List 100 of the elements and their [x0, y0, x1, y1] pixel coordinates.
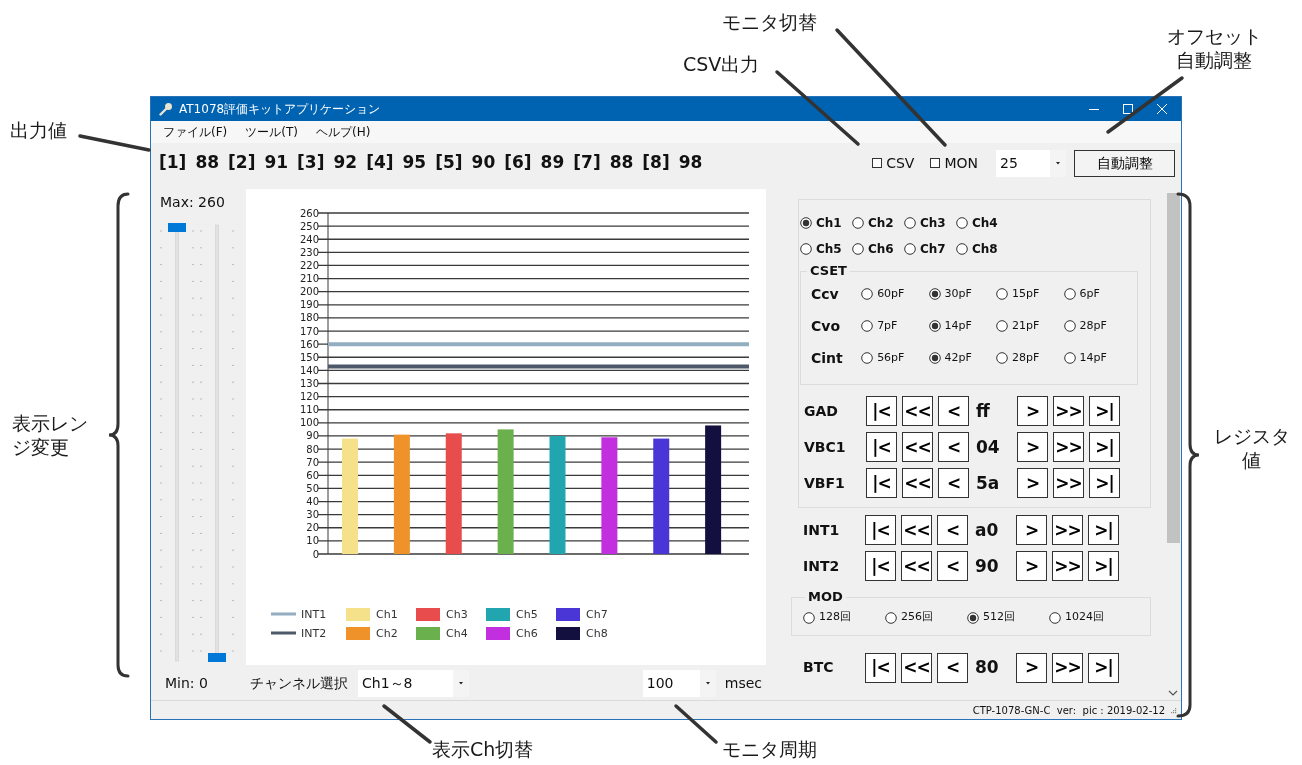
radio-icon[interactable] [996, 320, 1009, 333]
radio-button[interactable]: 7pF [861, 318, 929, 335]
radio-icon[interactable] [885, 611, 897, 624]
step-button[interactable]: |< [866, 432, 897, 463]
radio-icon[interactable] [861, 352, 874, 365]
radio-button[interactable]: 30pF [928, 286, 997, 303]
radio-icon[interactable] [861, 288, 874, 301]
close-icon[interactable] [1157, 104, 1167, 114]
radio-icon[interactable] [928, 288, 941, 301]
step-button[interactable]: >> [1053, 432, 1084, 463]
step-button[interactable]: >> [1052, 652, 1083, 683]
step-button[interactable]: << [902, 396, 933, 427]
offset-dropdown[interactable]: 25 [996, 149, 1066, 177]
step-button[interactable]: < [937, 652, 968, 683]
radio-button[interactable]: 28pF [1063, 318, 1131, 335]
step-button[interactable]: > [1017, 468, 1048, 499]
radio-icon[interactable] [800, 217, 812, 229]
scroll-down-icon[interactable] [1168, 690, 1178, 696]
step-button[interactable]: |< [865, 515, 896, 546]
radio-button[interactable]: 56pF [861, 350, 929, 367]
radio-button[interactable]: 1024回 [1049, 609, 1131, 626]
menu-item[interactable]: ツール(T) [245, 123, 298, 141]
checkbox-icon[interactable] [930, 158, 941, 168]
radio-button[interactable]: Ch4 [956, 214, 1008, 232]
step-button[interactable]: > [1016, 551, 1047, 582]
step-button[interactable]: >> [1053, 468, 1084, 499]
step-button[interactable]: |< [866, 396, 897, 427]
radio-button[interactable]: Ch7 [904, 240, 956, 258]
step-button[interactable]: > [1017, 396, 1048, 427]
step-button[interactable]: >| [1088, 652, 1119, 683]
radio-icon[interactable] [1063, 352, 1076, 365]
range-slider[interactable] [199, 223, 235, 665]
radio-button[interactable]: 28pF [996, 350, 1064, 367]
radio-icon[interactable] [996, 288, 1009, 301]
radio-button[interactable]: 60pF [861, 286, 929, 303]
radio-icon[interactable] [803, 611, 815, 624]
radio-button[interactable]: Ch3 [904, 214, 956, 232]
step-button[interactable]: < [938, 396, 969, 427]
radio-button[interactable]: 15pF [996, 286, 1064, 303]
step-button[interactable]: < [937, 551, 968, 582]
radio-icon[interactable] [904, 243, 916, 255]
step-button[interactable]: >> [1053, 396, 1084, 427]
step-button[interactable]: << [902, 432, 933, 463]
radio-icon[interactable] [800, 243, 812, 255]
radio-icon[interactable] [861, 320, 874, 333]
radio-button[interactable]: 21pF [996, 318, 1064, 335]
radio-button[interactable]: Ch1 [800, 214, 852, 232]
radio-button[interactable]: 256回 [885, 609, 967, 626]
step-button[interactable]: |< [866, 468, 897, 499]
radio-icon[interactable] [967, 611, 979, 624]
menu-item[interactable]: ヘルプ(H) [315, 123, 371, 141]
slider-thumb[interactable] [168, 223, 186, 232]
scrollbar-thumb[interactable] [1167, 193, 1180, 543]
step-button[interactable]: > [1016, 515, 1047, 546]
radio-button[interactable]: 6pF [1063, 286, 1131, 303]
radio-icon[interactable] [852, 217, 864, 229]
radio-icon[interactable] [852, 243, 864, 255]
auto-adjust-button[interactable]: 自動調整 [1074, 149, 1175, 177]
maximize-icon[interactable] [1123, 104, 1133, 114]
step-button[interactable]: < [937, 515, 968, 546]
period-dropdown[interactable]: 100 [642, 669, 716, 697]
radio-button[interactable]: 512回 [967, 609, 1049, 626]
radio-button[interactable]: 42pF [928, 350, 997, 367]
radio-icon[interactable] [1063, 288, 1076, 301]
step-button[interactable]: >| [1088, 515, 1119, 546]
radio-icon[interactable] [956, 243, 968, 255]
radio-button[interactable]: 14pF [1063, 350, 1131, 367]
checkbox[interactable]: MON [930, 152, 978, 174]
channel-dropdown[interactable]: Ch1～8 [358, 669, 469, 697]
step-button[interactable]: >| [1088, 551, 1119, 582]
step-button[interactable]: >| [1089, 396, 1120, 427]
radio-icon[interactable] [1063, 320, 1076, 333]
step-button[interactable]: >| [1089, 432, 1120, 463]
radio-button[interactable]: Ch8 [956, 240, 1008, 258]
checkbox[interactable]: CSV [872, 152, 915, 174]
radio-button[interactable]: Ch5 [800, 240, 852, 258]
step-button[interactable]: > [1017, 432, 1048, 463]
radio-button[interactable]: Ch6 [852, 240, 904, 258]
radio-icon[interactable] [956, 217, 968, 229]
step-button[interactable]: >> [1052, 515, 1083, 546]
radio-icon[interactable] [1049, 611, 1061, 624]
radio-button[interactable]: 128回 [803, 609, 885, 626]
range-slider[interactable] [159, 223, 195, 665]
step-button[interactable]: |< [865, 652, 896, 683]
radio-icon[interactable] [904, 217, 916, 229]
step-button[interactable]: >> [1052, 551, 1083, 582]
radio-icon[interactable] [928, 320, 941, 333]
step-button[interactable]: < [938, 432, 969, 463]
radio-icon[interactable] [996, 352, 1009, 365]
step-button[interactable]: < [938, 468, 969, 499]
step-button[interactable]: << [902, 468, 933, 499]
step-button[interactable]: << [901, 515, 932, 546]
step-button[interactable]: > [1016, 652, 1047, 683]
radio-button[interactable]: Ch2 [852, 214, 904, 232]
resize-grip-icon[interactable] [1169, 706, 1177, 714]
radio-button[interactable]: 14pF [928, 318, 997, 335]
step-button[interactable]: << [901, 551, 932, 582]
radio-icon[interactable] [928, 352, 941, 365]
step-button[interactable]: >| [1089, 468, 1120, 499]
slider-thumb[interactable] [208, 653, 226, 662]
